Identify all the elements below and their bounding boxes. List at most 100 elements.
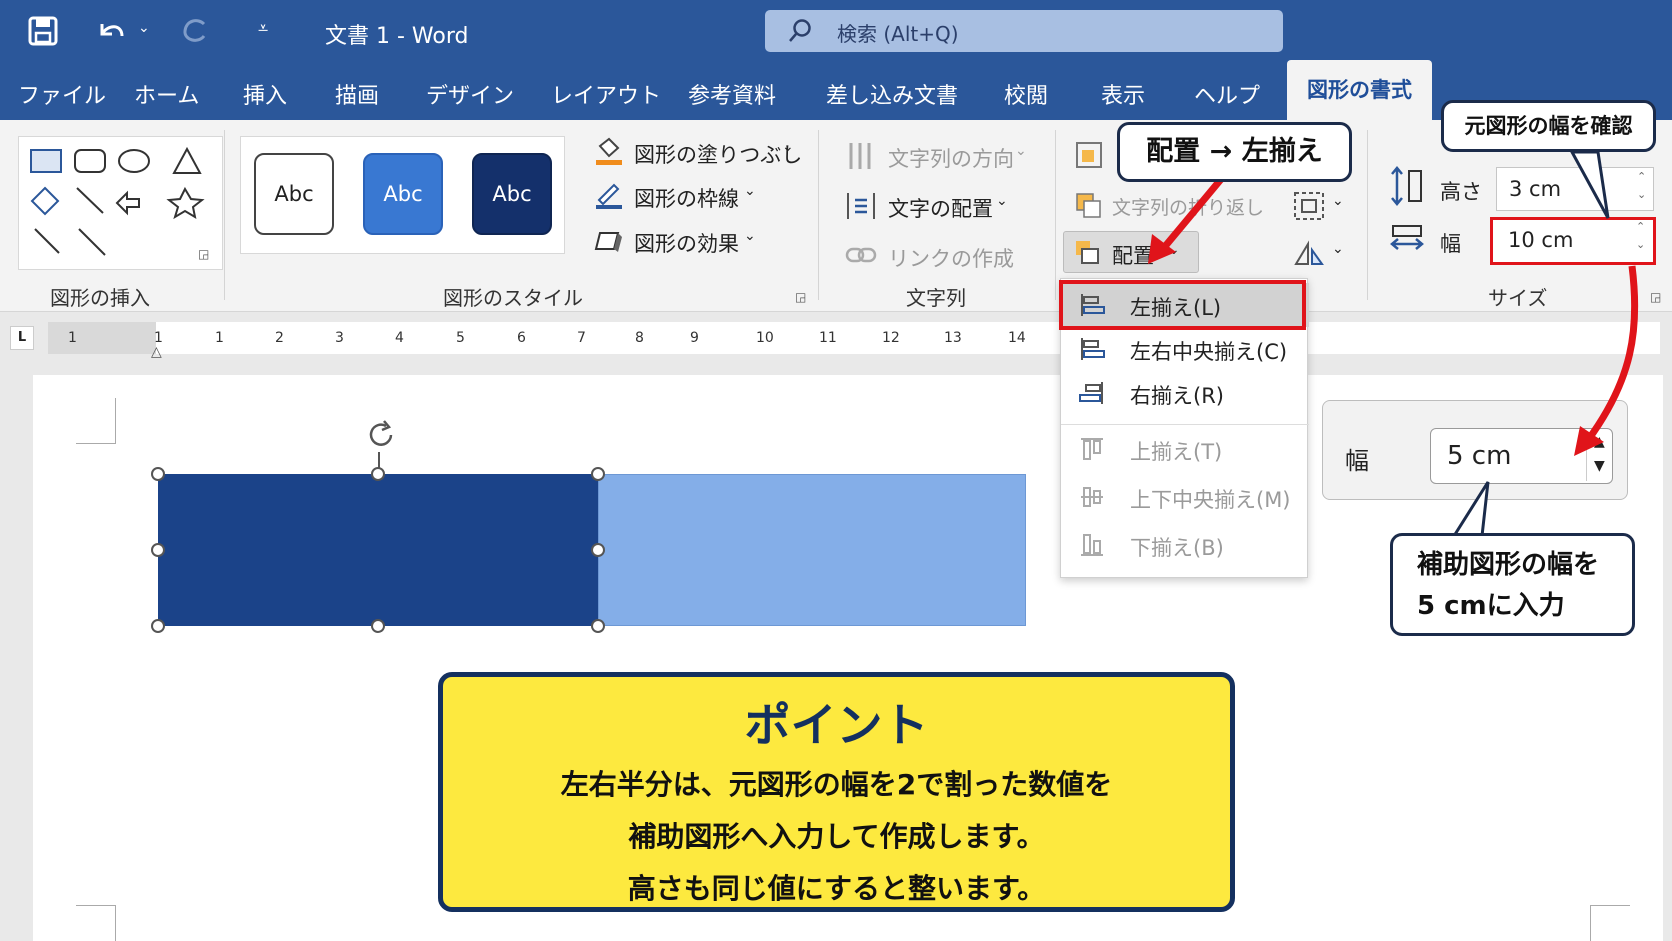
menu-item-align-center[interactable]: 左右中央揃え(C): [1061, 327, 1309, 371]
dialog-launcher-icon[interactable]: ◲: [795, 290, 806, 304]
tab-references[interactable]: 参考資料: [688, 78, 776, 110]
resize-handle[interactable]: [151, 467, 165, 481]
outline-label[interactable]: 図形の枠線: [634, 183, 739, 213]
position-icon[interactable]: [1074, 140, 1104, 170]
fill-icon[interactable]: [594, 136, 624, 166]
tab-shape-format[interactable]: 図形の書式: [1287, 60, 1432, 122]
resize-handle[interactable]: [371, 467, 385, 481]
spin-up-icon[interactable]: ⌃: [1636, 220, 1645, 233]
menu-item-align-top: 上揃え(T): [1061, 427, 1309, 471]
ruler-label: 12: [882, 330, 900, 346]
text-align-label[interactable]: 文字の配置: [888, 193, 993, 223]
undo-dropdown-icon[interactable]: ⌄: [138, 20, 150, 36]
effect-label[interactable]: 図形の効果: [634, 228, 739, 258]
spin-up-icon[interactable]: ▲: [1594, 434, 1605, 450]
group-text: 文字列: [906, 286, 966, 310]
shapes-gallery[interactable]: [18, 136, 223, 270]
ruler-label: 4: [395, 330, 404, 346]
popup-width-value: 5 cm: [1447, 441, 1512, 471]
tab-design[interactable]: デザイン: [426, 78, 514, 110]
fill-label[interactable]: 図形の塗りつぶし: [634, 139, 802, 169]
tab-mailings[interactable]: 差し込み文書: [826, 78, 958, 110]
wrap-text-icon: [1076, 193, 1101, 218]
search-box[interactable]: 検索 (Alt+Q): [765, 10, 1283, 52]
chevron-down-icon[interactable]: ⌄: [1332, 241, 1344, 257]
dialog-launcher-icon[interactable]: ◲: [1650, 290, 1661, 304]
point-line: 補助図形へ入力して作成します。: [628, 820, 1045, 853]
chevron-down-icon: ⌄: [1015, 143, 1027, 159]
style-button-blue[interactable]: Abc: [363, 153, 443, 235]
margin-corner: [76, 398, 116, 444]
width-input[interactable]: 10 cm ⌃ ⌄: [1490, 217, 1656, 265]
resize-handle[interactable]: [151, 543, 165, 557]
ruler-track: [156, 322, 1660, 354]
align-right-icon: [1079, 382, 1103, 404]
undo-icon[interactable]: [96, 16, 128, 46]
arrange-button[interactable]: 配置 ⌄: [1063, 231, 1199, 273]
style-button-dark[interactable]: Abc: [472, 153, 552, 235]
tab-insert[interactable]: 挿入: [243, 78, 287, 110]
original-shape[interactable]: [158, 474, 598, 626]
tab-view[interactable]: 表示: [1101, 78, 1145, 110]
menu-item-align-middle: 上下中央揃え(M): [1061, 475, 1309, 519]
group-objects-icon[interactable]: [1292, 190, 1326, 222]
margin-corner: [1590, 905, 1630, 941]
style-button-outline[interactable]: Abc: [254, 153, 334, 235]
resize-handle[interactable]: [591, 467, 605, 481]
customize-toolbar-icon[interactable]: ⩡: [258, 18, 268, 39]
chevron-down-icon[interactable]: ⌄: [782, 139, 794, 155]
menu-item-align-right[interactable]: 右揃え(R): [1061, 371, 1309, 415]
resize-handle[interactable]: [371, 619, 385, 633]
create-link-label: リンクの作成: [888, 247, 1014, 271]
menu-item-label: 右揃え(R): [1130, 384, 1224, 408]
text-align-icon[interactable]: [845, 190, 877, 222]
ruler-label: 6: [517, 330, 526, 346]
align-center-icon: [1081, 338, 1105, 360]
spin-down-icon[interactable]: ▼: [1594, 458, 1605, 474]
rotate-handle-icon[interactable]: [364, 418, 398, 452]
effect-icon[interactable]: [594, 225, 624, 255]
redo-icon[interactable]: [180, 16, 210, 46]
popup-width-input[interactable]: 5 cm ▲ ▼: [1430, 428, 1613, 484]
popup-width-label: 幅: [1345, 447, 1369, 475]
chevron-down-icon[interactable]: ⌄: [744, 183, 756, 199]
indent-marker-icon[interactable]: △: [151, 344, 162, 360]
resize-handle[interactable]: [591, 543, 605, 557]
save-icon[interactable]: [28, 16, 58, 46]
tab-review[interactable]: 校閲: [1004, 78, 1048, 110]
tab-help[interactable]: ヘルプ: [1194, 78, 1260, 110]
ruler-label: 1: [215, 330, 224, 346]
resize-handle[interactable]: [151, 619, 165, 633]
callout-check-width: 元図形の幅を確認: [1441, 100, 1656, 152]
align-bottom-icon: [1081, 534, 1103, 556]
chevron-down-icon[interactable]: ⌄: [744, 228, 756, 244]
ruler-label: 1: [68, 330, 77, 346]
ruler-label: 3: [335, 330, 344, 346]
spin-down-icon[interactable]: ⌄: [1637, 188, 1646, 201]
chevron-down-icon[interactable]: ⌄: [1332, 193, 1344, 209]
separator: [1367, 130, 1368, 300]
separator: [1055, 130, 1056, 300]
menu-item-label: 上揃え(T): [1130, 440, 1223, 464]
outline-icon[interactable]: [594, 180, 624, 210]
rotate-icon[interactable]: [1292, 238, 1326, 268]
chevron-down-icon[interactable]: ⌄: [996, 193, 1008, 209]
tab-selector-icon[interactable]: L: [10, 326, 34, 350]
ruler-label: 11: [819, 330, 837, 346]
tab-layout[interactable]: レイアウト: [551, 78, 661, 110]
spin-up-icon[interactable]: ⌃: [1637, 170, 1646, 183]
tab-file[interactable]: ファイル: [18, 78, 106, 110]
height-input[interactable]: 3 cm ⌃ ⌄: [1496, 167, 1654, 211]
text-direction-label: 文字列の方向: [888, 147, 1014, 171]
tab-home[interactable]: ホーム: [134, 78, 199, 110]
helper-shape[interactable]: [598, 474, 1026, 626]
group-shape-styles: 図形のスタイル: [443, 286, 583, 310]
search-placeholder: 検索 (Alt+Q): [837, 22, 959, 46]
tab-draw[interactable]: 描画: [335, 78, 379, 110]
resize-handle[interactable]: [591, 619, 605, 633]
shapes-icon[interactable]: [27, 145, 217, 263]
dialog-launcher-icon[interactable]: ◲: [198, 247, 209, 261]
spin-down-icon[interactable]: ⌄: [1636, 238, 1645, 251]
ruler-label: 2: [275, 330, 284, 346]
align-icon: [1076, 241, 1099, 264]
